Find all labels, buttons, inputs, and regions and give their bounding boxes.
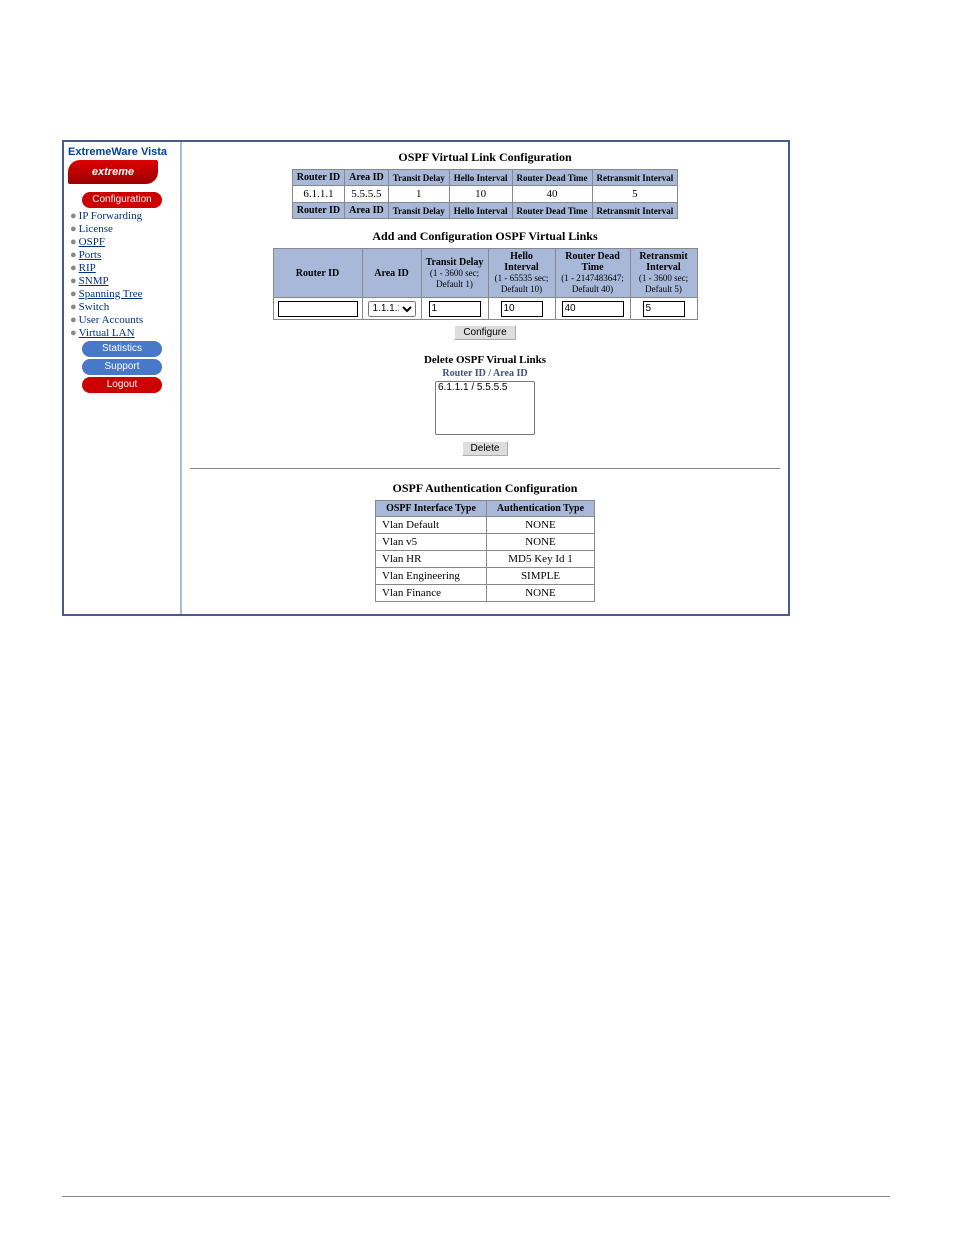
cell-area-id: 5.5.5.5 xyxy=(345,186,389,203)
col-router-dead-time: Router Dead Time xyxy=(512,170,592,186)
auth-col-type: Authentication Type xyxy=(487,500,595,516)
nav-switch[interactable]: ●Switch xyxy=(70,301,176,313)
auth-row: Vlan HRMD5 Key Id 1 xyxy=(376,550,595,567)
add-col-router-dead-time: Router Dead Time(1 - 2147483647; Default… xyxy=(555,249,630,298)
col-hello-interval: Hello Interval xyxy=(449,170,512,186)
cell-hello-interval: 10 xyxy=(449,186,512,203)
area-id-select[interactable]: 1.1.1.1 xyxy=(368,301,416,317)
hello-interval-input[interactable] xyxy=(501,301,543,317)
add-config-row: 1.1.1.1 xyxy=(273,298,697,320)
col-router-dead-time-2: Router Dead Time xyxy=(512,203,592,219)
router-dead-time-input[interactable] xyxy=(562,301,624,317)
auth-iface: Vlan Finance xyxy=(376,584,487,601)
vlink-config-title: OSPF Virtual Link Configuration xyxy=(182,150,788,165)
retransmit-interval-input[interactable] xyxy=(643,301,685,317)
configure-button[interactable]: Configure xyxy=(454,325,515,340)
brand-logo: extreme xyxy=(68,160,158,184)
auth-iface: Vlan Default xyxy=(376,516,487,533)
add-col-transit-delay: Transit Delay(1 - 3600 sec; Default 1) xyxy=(421,249,488,298)
transit-delay-input[interactable] xyxy=(429,301,481,317)
cell-router-dead-time: 40 xyxy=(512,186,592,203)
auth-type: NONE xyxy=(487,516,595,533)
cell-retransmit-interval: 5 xyxy=(592,186,678,203)
col-area-id: Area ID xyxy=(345,170,389,186)
nav-rip[interactable]: ●RIP xyxy=(70,262,176,274)
section-divider xyxy=(190,468,780,469)
nav-label: License xyxy=(79,223,113,235)
auth-type: SIMPLE xyxy=(487,567,595,584)
nav-user-accounts[interactable]: ●User Accounts xyxy=(70,314,176,326)
router-id-input[interactable] xyxy=(278,301,358,317)
auth-type: MD5 Key Id 1 xyxy=(487,550,595,567)
add-col-hello-interval: Hello Interval(1 - 65535 sec; Default 10… xyxy=(488,249,555,298)
nav-ospf[interactable]: ●OSPF xyxy=(70,236,176,248)
nav-ports[interactable]: ●Ports xyxy=(70,249,176,261)
col-router-id: Router ID xyxy=(292,170,344,186)
content-pane: OSPF Virtual Link Configuration Router I… xyxy=(182,142,788,614)
vlink-row: 6.1.1.1 5.5.5.5 1 10 40 5 xyxy=(292,186,678,203)
delete-links-select[interactable]: 6.1.1.1 / 5.5.5.5 xyxy=(435,381,535,435)
auth-type: NONE xyxy=(487,584,595,601)
auth-type: NONE xyxy=(487,533,595,550)
cell-router-id: 6.1.1.1 xyxy=(292,186,344,203)
page-footer-rule xyxy=(62,1196,890,1197)
col-retransmit-interval: Retransmit Interval xyxy=(592,170,678,186)
sidebar: ExtremeWare Vista extreme Configuration … xyxy=(64,142,182,614)
nav-label: Virtual LAN xyxy=(79,327,135,339)
statistics-button[interactable]: Statistics xyxy=(82,341,162,357)
nav-label: OSPF xyxy=(79,236,105,248)
nav-snmp[interactable]: ●SNMP xyxy=(70,275,176,287)
auth-row: Vlan DefaultNONE xyxy=(376,516,595,533)
nav-label: RIP xyxy=(79,262,96,274)
add-config-title: Add and Configuration OSPF Virtual Links xyxy=(182,229,788,244)
nav-label: IP Forwarding xyxy=(79,210,142,222)
auth-row: Vlan EngineeringSIMPLE xyxy=(376,567,595,584)
nav-label: SNMP xyxy=(79,275,109,287)
nav-virtual-lan[interactable]: ●Virtual LAN xyxy=(70,327,176,339)
nav-license[interactable]: ●License xyxy=(70,223,176,235)
auth-row: Vlan v5NONE xyxy=(376,533,595,550)
delete-links-title: Delete OSPF Virual Links xyxy=(182,354,788,366)
auth-table: OSPF Interface Type Authentication Type … xyxy=(375,500,595,602)
add-config-table: Router ID Area ID Transit Delay(1 - 3600… xyxy=(273,248,698,320)
nav-ip-forwarding[interactable]: ●IP Forwarding xyxy=(70,210,176,222)
add-col-area-id: Area ID xyxy=(362,249,421,298)
delete-link-option[interactable]: 6.1.1.1 / 5.5.5.5 xyxy=(436,382,534,395)
col-area-id-2: Area ID xyxy=(345,203,389,219)
nav-label: Spanning Tree xyxy=(79,288,143,300)
auth-iface: Vlan Engineering xyxy=(376,567,487,584)
col-transit-delay: Transit Delay xyxy=(388,170,449,186)
nav-spanning-tree[interactable]: ●Spanning Tree xyxy=(70,288,176,300)
delete-links-label: Router ID / Area ID xyxy=(182,368,788,379)
add-col-router-id: Router ID xyxy=(273,249,362,298)
nav-label: Ports xyxy=(79,249,102,261)
col-hello-interval-2: Hello Interval xyxy=(449,203,512,219)
sidebar-title: ExtremeWare Vista xyxy=(68,146,176,158)
add-col-retransmit-interval: Retransmit Interval(1 - 3600 sec; Defaul… xyxy=(630,249,697,298)
vlink-table: Router ID Area ID Transit Delay Hello In… xyxy=(292,169,679,219)
col-retransmit-interval-2: Retransmit Interval xyxy=(592,203,678,219)
auth-config-title: OSPF Authentication Configuration xyxy=(182,481,788,496)
col-router-id-2: Router ID xyxy=(292,203,344,219)
auth-col-iface: OSPF Interface Type xyxy=(376,500,487,516)
auth-row: Vlan FinanceNONE xyxy=(376,584,595,601)
auth-iface: Vlan HR xyxy=(376,550,487,567)
col-transit-delay-2: Transit Delay xyxy=(388,203,449,219)
nav-label: Switch xyxy=(79,301,110,313)
delete-button[interactable]: Delete xyxy=(462,441,509,456)
cell-transit-delay: 1 xyxy=(388,186,449,203)
nav-label: User Accounts xyxy=(79,314,143,326)
logout-button[interactable]: Logout xyxy=(82,377,162,393)
support-button[interactable]: Support xyxy=(82,359,162,375)
app-frame: ExtremeWare Vista extreme Configuration … xyxy=(62,140,790,616)
auth-iface: Vlan v5 xyxy=(376,533,487,550)
configuration-button[interactable]: Configuration xyxy=(82,192,162,208)
